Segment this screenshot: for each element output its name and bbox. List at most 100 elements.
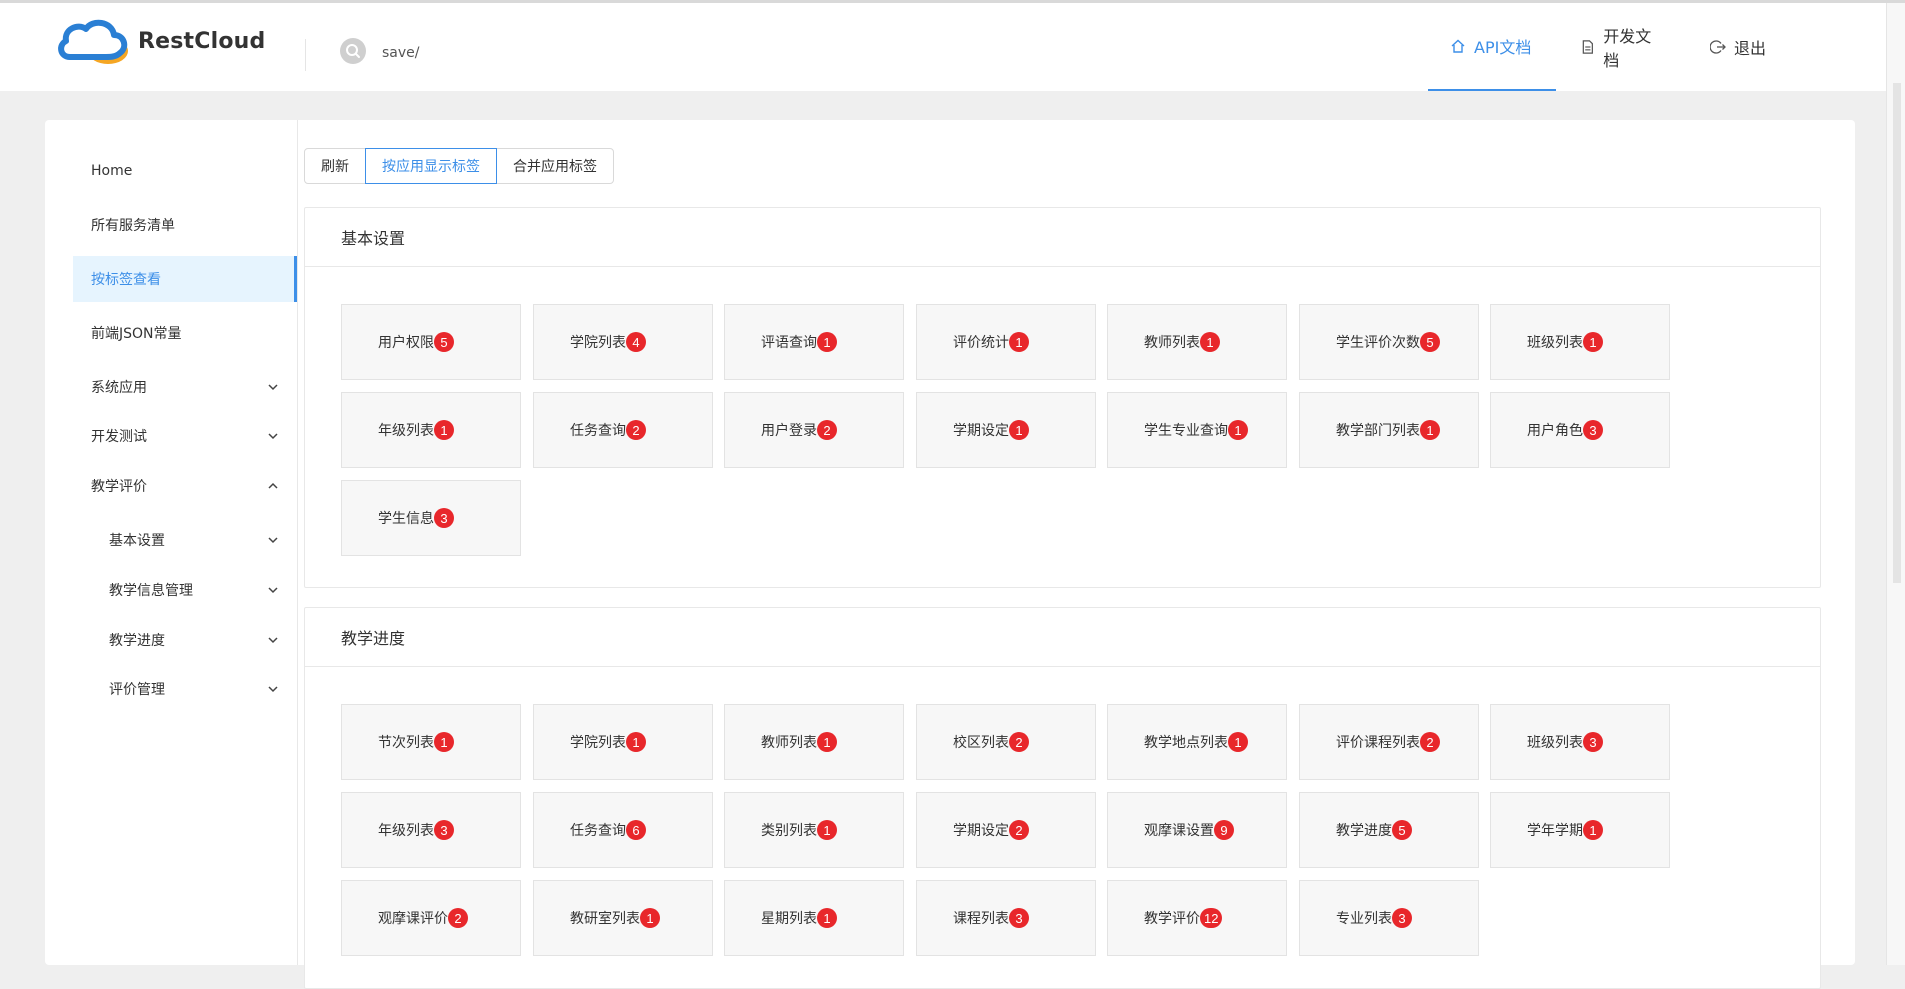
- tag-tile[interactable]: 用户权限 5: [341, 304, 521, 380]
- show-by-app-button[interactable]: 按应用显示标签: [365, 148, 497, 184]
- tag-tile[interactable]: 评价课程列表 2: [1299, 704, 1479, 780]
- document-icon: [1582, 40, 1593, 54]
- tag-tile[interactable]: 学生评价次数 5: [1299, 304, 1479, 380]
- tag-label: 年级列表: [378, 423, 434, 439]
- sidebar-item-label: 系统应用: [91, 380, 147, 396]
- sidebar-item-label: 教学信息管理: [109, 583, 193, 599]
- sidebar-item-label: 所有服务清单: [91, 218, 175, 234]
- sidebar-item-label: 基本设置: [109, 533, 165, 549]
- sidebar-item[interactable]: 所有服务清单: [73, 202, 297, 248]
- tag-count-badge: 2: [817, 420, 837, 440]
- sidebar-item-label: 按标签查看: [91, 272, 161, 288]
- tag-label: 学院列表: [570, 735, 626, 751]
- tag-tile[interactable]: 学生专业查询 1: [1107, 392, 1287, 468]
- tag-label: 校区列表: [953, 735, 1009, 751]
- scrollbar-thumb[interactable]: [1893, 83, 1901, 583]
- tag-tile[interactable]: 观摩课设置 9: [1107, 792, 1287, 868]
- tag-tile[interactable]: 教师列表 1: [724, 704, 904, 780]
- sidebar-item[interactable]: 按标签查看: [73, 256, 297, 302]
- sidebar-item[interactable]: 教学评价: [73, 463, 297, 509]
- nav-dev-docs[interactable]: 开发文档: [1558, 3, 1686, 91]
- sidebar-item-label: 评价管理: [109, 682, 165, 698]
- tag-tile[interactable]: 教研室列表 1: [533, 880, 713, 956]
- sidebar-item-label: 前端JSON常量: [91, 326, 182, 342]
- tag-tile[interactable]: 年级列表 3: [341, 792, 521, 868]
- search-icon[interactable]: [340, 38, 366, 64]
- sidebar-item-label: 教学评价: [91, 479, 147, 495]
- tag-count-badge: 2: [1009, 820, 1029, 840]
- tag-label: 教研室列表: [570, 911, 640, 927]
- sidebar-item[interactable]: 基本设置: [73, 517, 297, 563]
- tag-tile[interactable]: 教学地点列表 1: [1107, 704, 1287, 780]
- tag-tile[interactable]: 评语查询 1: [724, 304, 904, 380]
- main-card: Home 所有服务清单 按标签查看 前端JSON常量 系统应用 开发测试 教学评价 基本设置教…: [45, 120, 1855, 989]
- tag-tile[interactable]: 用户登录 2: [724, 392, 904, 468]
- sidebar-item[interactable]: 教学信息管理: [73, 567, 297, 613]
- tag-count-badge: 2: [1009, 732, 1029, 752]
- tag-tile[interactable]: 学年学期 1: [1490, 792, 1670, 868]
- tag-tile[interactable]: 教师列表 1: [1107, 304, 1287, 380]
- tag-count-badge: 5: [1392, 820, 1412, 840]
- nav-api-docs[interactable]: API文档: [1428, 3, 1556, 91]
- app-header: RestCloud API文档 开发文档 退出: [0, 3, 1905, 91]
- tag-count-badge: 5: [434, 332, 454, 352]
- tag-count-badge: 1: [1228, 732, 1248, 752]
- sidebar-item[interactable]: 开发测试: [73, 413, 297, 459]
- tag-tile[interactable]: 任务查询 2: [533, 392, 713, 468]
- tag-count-badge: 1: [817, 820, 837, 840]
- tag-count-badge: 1: [817, 732, 837, 752]
- tag-tile[interactable]: 评价统计 1: [916, 304, 1096, 380]
- tag-tile[interactable]: 教学部门列表 1: [1299, 392, 1479, 468]
- tag-label: 任务查询: [570, 423, 626, 439]
- tag-label: 学院列表: [570, 335, 626, 351]
- tag-tile[interactable]: 专业列表 3: [1299, 880, 1479, 956]
- nav-api-docs-label: API文档: [1474, 38, 1532, 57]
- search-input[interactable]: [380, 39, 644, 67]
- tag-tile[interactable]: 观摩课评价 2: [341, 880, 521, 956]
- page-scrollbar[interactable]: [1886, 3, 1905, 965]
- sidebar: Home 所有服务清单 按标签查看前端JSON常量 系统应用开发测试教学评价基本设置教…: [45, 120, 298, 965]
- tag-label: 评价统计: [953, 335, 1009, 351]
- tag-tile[interactable]: 节次列表 1: [341, 704, 521, 780]
- tag-tile[interactable]: 年级列表 1: [341, 392, 521, 468]
- tag-tile[interactable]: 学生信息 3: [341, 480, 521, 556]
- sidebar-item[interactable]: 教学进度: [73, 617, 297, 663]
- tag-count-badge: 2: [448, 908, 468, 928]
- tag-tile[interactable]: 星期列表 1: [724, 880, 904, 956]
- header-divider: [305, 39, 306, 71]
- tag-tile[interactable]: 学院列表 4: [533, 304, 713, 380]
- tag-tile[interactable]: 学期设定 1: [916, 392, 1096, 468]
- tag-count-badge: 3: [434, 820, 454, 840]
- refresh-button[interactable]: 刷新: [304, 148, 366, 184]
- tag-count-badge: 2: [626, 420, 646, 440]
- tag-tile[interactable]: 学院列表 1: [533, 704, 713, 780]
- brand-logo[interactable]: RestCloud: [56, 15, 266, 71]
- tag-count-badge: 2: [1420, 732, 1440, 752]
- tag-tile[interactable]: 教学进度 5: [1299, 792, 1479, 868]
- sidebar-item[interactable]: Home: [73, 148, 297, 194]
- tag-tile[interactable]: 校区列表 2: [916, 704, 1096, 780]
- tag-count-badge: 1: [1583, 820, 1603, 840]
- section-panel-teaching-progress: 教学进度 节次列表 1 学院列表 1 教师列表 1 校区列表 2 教学地点列表 1 评价课程列表 2 班…: [304, 607, 1821, 989]
- sidebar-item[interactable]: 评价管理: [73, 666, 297, 712]
- tag-label: 教学评价: [1144, 911, 1200, 927]
- tag-tile[interactable]: 类别列表 1: [724, 792, 904, 868]
- chevron-down-icon: [268, 537, 278, 544]
- tag-label: 班级列表: [1527, 735, 1583, 751]
- tag-tile[interactable]: 用户角色 3: [1490, 392, 1670, 468]
- section-panel-basic-settings: 基本设置 用户权限 5 学院列表 4 评语查询 1 评价统计 1 教师列表 1 学生评价次数 5 班级列…: [304, 207, 1821, 588]
- chevron-down-icon: [268, 433, 278, 440]
- sidebar-item[interactable]: 前端JSON常量: [73, 310, 297, 356]
- tag-tile[interactable]: 班级列表 3: [1490, 704, 1670, 780]
- tag-tile[interactable]: 学期设定 2: [916, 792, 1096, 868]
- tag-toolbar: 刷新 按应用显示标签 合并应用标签: [304, 148, 614, 184]
- tag-tile[interactable]: 课程列表 3: [916, 880, 1096, 956]
- nav-logout[interactable]: 退出: [1688, 3, 1788, 91]
- tag-tile[interactable]: 教学评价 12: [1107, 880, 1287, 956]
- tag-tile[interactable]: 班级列表 1: [1490, 304, 1670, 380]
- sidebar-item-label: 开发测试: [91, 429, 147, 445]
- sidebar-item[interactable]: 系统应用: [73, 364, 297, 410]
- tag-tile[interactable]: 任务查询 6: [533, 792, 713, 868]
- tag-count-badge: 6: [626, 820, 646, 840]
- merge-app-tags-button[interactable]: 合并应用标签: [496, 148, 614, 184]
